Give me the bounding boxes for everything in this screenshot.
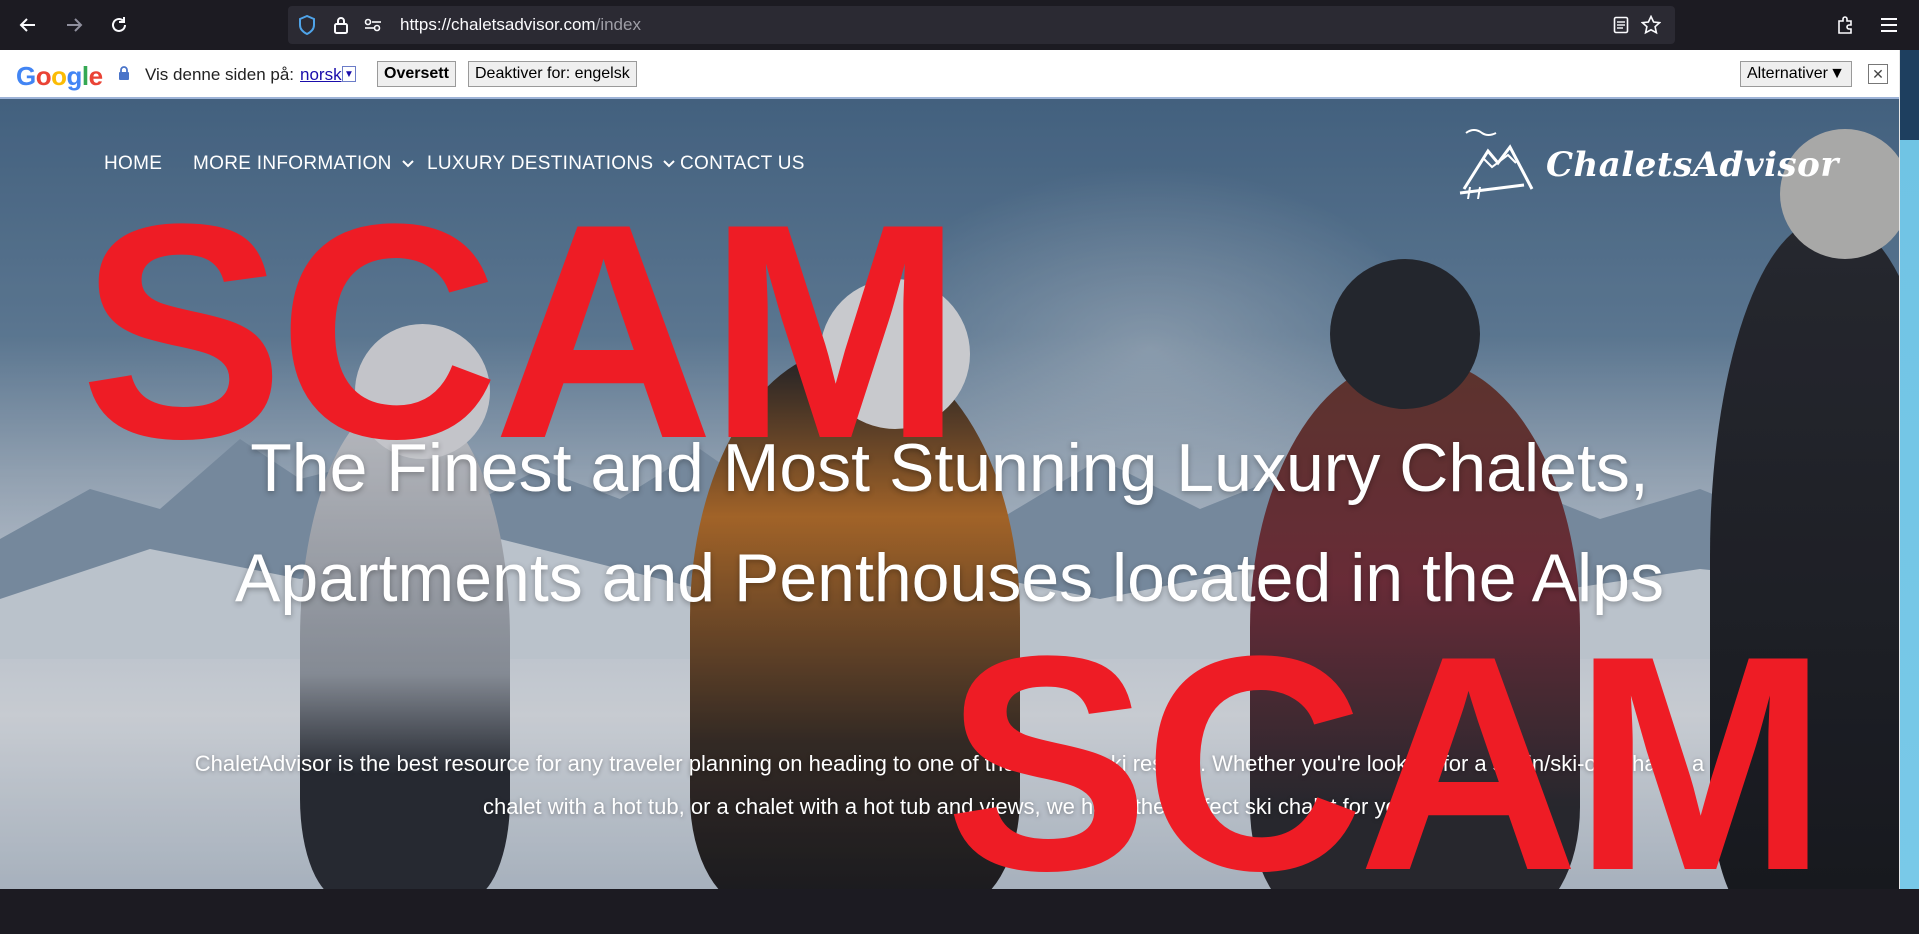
scrollbar-track[interactable] — [1900, 50, 1919, 889]
google-logo: Google — [16, 61, 103, 92]
options-label: Alternativer — [1747, 65, 1828, 82]
page-scrollbar[interactable] — [1899, 50, 1919, 889]
scam-stamp-bottom: SCAM — [945, 592, 1828, 934]
forward-icon — [67, 18, 83, 32]
address-bar[interactable]: https://chaletsadvisor.com/index — [288, 6, 1675, 44]
reload-icon — [112, 17, 126, 32]
google-logo-letter: g — [66, 61, 83, 91]
translate-prompt: Vis denne siden på: — [145, 65, 295, 84]
language-link[interactable]: norsk — [300, 65, 342, 85]
google-logo-letter: G — [16, 61, 36, 91]
shield-icon[interactable] — [296, 14, 318, 36]
browser-toolbar: https://chaletsadvisor.com/index — [0, 0, 1919, 50]
extensions-icon — [1838, 16, 1852, 34]
url-host: https://chaletsadvisor.com — [400, 15, 596, 34]
menu-button[interactable] — [1874, 10, 1904, 40]
brand-logo[interactable]: ChaletsAdvisor — [1458, 129, 1838, 199]
google-logo-letter: o — [35, 61, 52, 91]
url-text[interactable]: https://chaletsadvisor.com/index — [400, 15, 641, 35]
mountain-chalet-icon — [1459, 129, 1534, 199]
language-dropdown-icon[interactable]: ▼ — [342, 66, 356, 82]
translate-button[interactable]: Oversett — [377, 61, 456, 87]
forward-button[interactable] — [59, 10, 89, 40]
disable-translation-button[interactable]: Deaktiver for: engelsk — [468, 61, 637, 87]
bookmark-star-icon[interactable] — [1640, 14, 1662, 36]
scam-stamp-top: SCAM — [80, 160, 963, 502]
google-logo-letter: l — [81, 61, 89, 91]
scrollbar-thumb[interactable] — [1900, 50, 1919, 140]
extensions-button[interactable] — [1830, 10, 1860, 40]
back-button[interactable] — [13, 10, 43, 40]
permissions-icon[interactable] — [362, 14, 384, 36]
options-button[interactable]: Alternativer ▼ — [1740, 61, 1852, 87]
brand-name: ChaletsAdvisor — [1546, 145, 1839, 185]
google-logo-letter: o — [51, 61, 67, 91]
secure-lock-icon — [118, 66, 130, 85]
close-translate-bar-button[interactable]: ✕ — [1868, 64, 1888, 84]
menu-icon — [1881, 18, 1897, 32]
url-path: /index — [595, 15, 641, 34]
back-icon — [19, 18, 35, 32]
reload-button[interactable] — [104, 10, 134, 40]
dropdown-arrow-icon: ▼ — [1829, 65, 1845, 82]
google-translate-bar: Google Vis denne siden på: norsk ▼ Overs… — [0, 50, 1899, 99]
reader-view-icon[interactable] — [1610, 14, 1632, 36]
google-logo-letter: e — [88, 61, 103, 91]
lock-icon[interactable] — [330, 14, 352, 36]
